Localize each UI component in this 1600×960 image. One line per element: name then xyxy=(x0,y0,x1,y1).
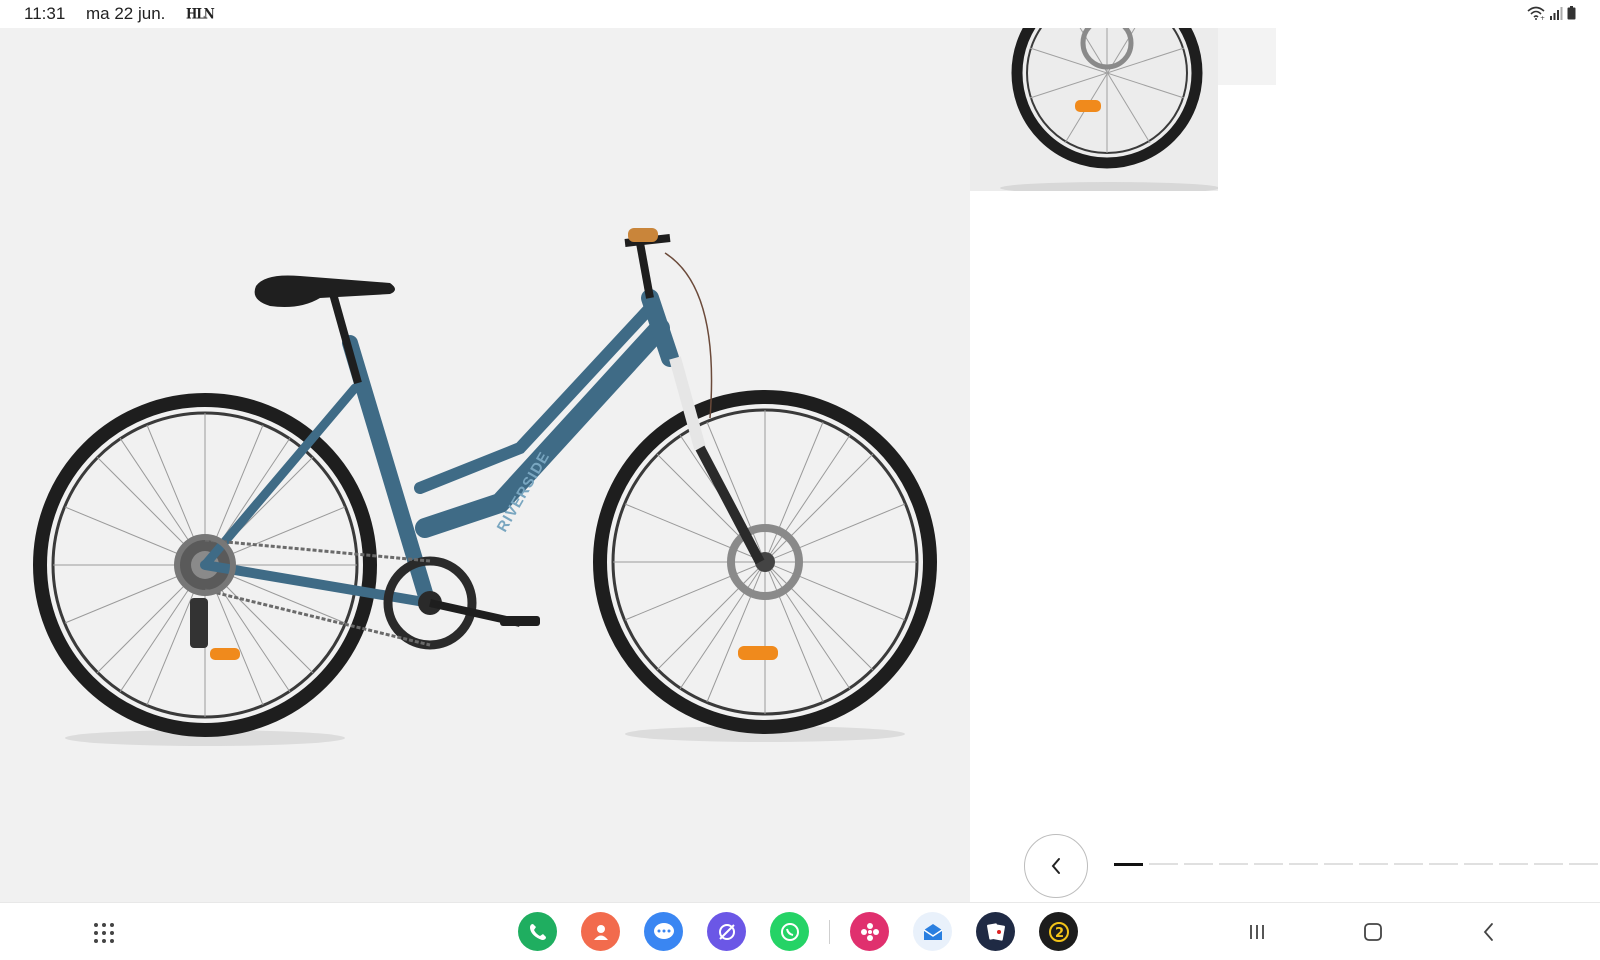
app-drawer-icon[interactable] xyxy=(92,921,116,945)
pager-dot[interactable] xyxy=(1464,863,1493,865)
pager-dot[interactable] xyxy=(1289,863,1318,865)
pager-dot[interactable] xyxy=(1569,863,1598,865)
pager-dot[interactable] xyxy=(1534,863,1563,865)
pager-dot[interactable] xyxy=(1324,863,1353,865)
next-image-edge xyxy=(1218,28,1276,85)
svg-text:2: 2 xyxy=(1055,926,1064,941)
signal-icon xyxy=(1549,6,1563,25)
news-app-indicator: HLN xyxy=(186,5,215,23)
pager-dot[interactable] xyxy=(1184,863,1213,865)
product-image[interactable]: RIVERSIDE xyxy=(0,28,970,902)
pager-dot[interactable] xyxy=(1149,863,1178,865)
status-date: ma 22 jun. xyxy=(86,4,166,23)
messages-app-icon[interactable] xyxy=(644,912,683,951)
status-icons: + xyxy=(1527,6,1576,25)
pager-dot[interactable] xyxy=(1394,863,1423,865)
pager-dot[interactable] xyxy=(1219,863,1248,865)
pager-dot[interactable] xyxy=(1359,863,1388,865)
contacts-app-icon[interactable] xyxy=(581,912,620,951)
taskbar: 2 xyxy=(0,902,1600,960)
gallery-app-icon[interactable] xyxy=(850,912,889,951)
email-app-icon[interactable] xyxy=(913,912,952,951)
carousel-pager xyxy=(1114,862,1598,866)
front-fork xyxy=(669,356,765,565)
wifi-icon: + xyxy=(1527,6,1545,25)
saddle xyxy=(254,275,395,307)
status-bar: 11:31 ma 22 jun. HLN + xyxy=(0,0,1600,28)
whatsapp-app-icon[interactable] xyxy=(770,912,809,951)
solitaire-app-icon[interactable] xyxy=(976,912,1015,951)
pager-dot[interactable] xyxy=(1499,863,1528,865)
internet-app-icon[interactable] xyxy=(707,912,746,951)
previous-image-button[interactable] xyxy=(1024,834,1088,898)
handlebar-grip xyxy=(628,228,658,242)
front-wheel xyxy=(593,390,937,734)
home-icon[interactable] xyxy=(1362,921,1384,943)
game-app-icon[interactable]: 2 xyxy=(1039,912,1078,951)
battery-icon xyxy=(1567,6,1576,25)
chevron-left-icon xyxy=(1051,858,1060,874)
next-image-thumbnail[interactable] xyxy=(970,28,1218,191)
pager-dot[interactable] xyxy=(1114,862,1143,866)
recents-icon[interactable] xyxy=(1246,921,1268,943)
app-dock: 2 xyxy=(518,912,1078,951)
status-time: 11:31 xyxy=(24,4,66,23)
phone-app-icon[interactable] xyxy=(518,912,557,951)
pager-dot[interactable] xyxy=(1254,863,1283,865)
svg-text:+: + xyxy=(1540,15,1545,20)
pager-dot[interactable] xyxy=(1429,863,1458,865)
dock-divider xyxy=(829,919,830,944)
back-icon[interactable] xyxy=(1478,921,1500,943)
